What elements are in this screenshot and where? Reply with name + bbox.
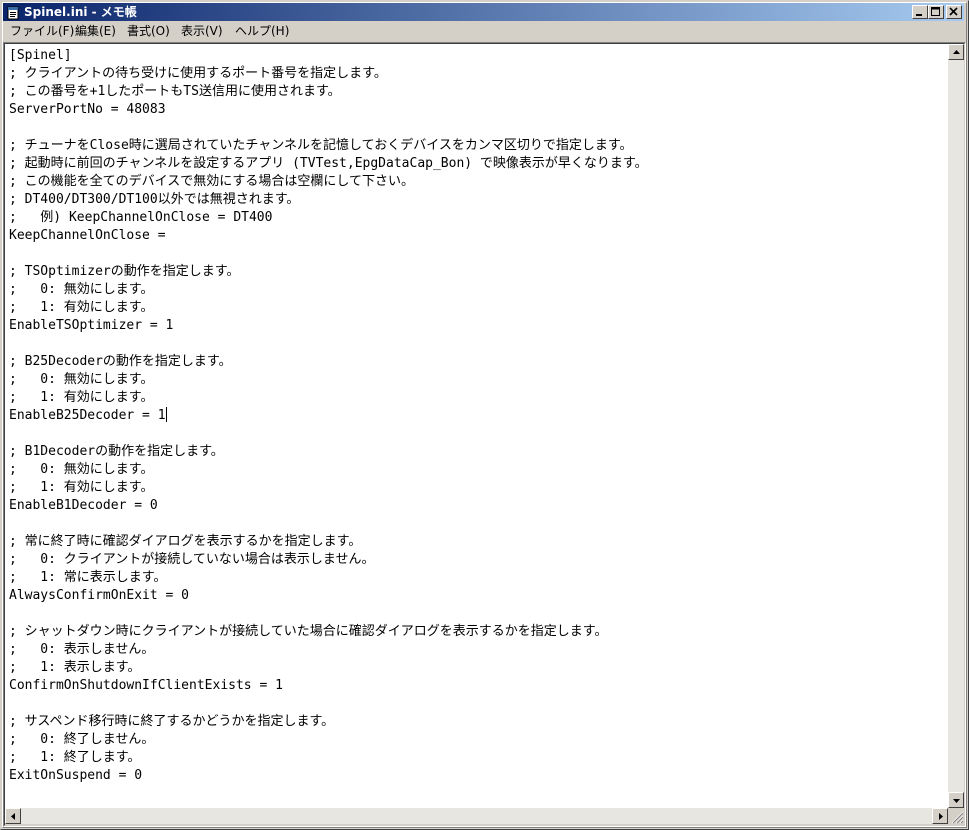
text-line: ServerPortNo = 48083 (9, 101, 166, 119)
text-line: ; 0: 無効にします。 (9, 371, 154, 389)
text-line: ; 0: 表示しません。 (9, 641, 154, 659)
text-line-content: ExitOnSuspend = 0 (9, 768, 143, 783)
text-line: ; 1: 終了します。 (9, 749, 141, 767)
text-line-content: ; 0: クライアントが接続していない場合は表示しません。 (9, 552, 375, 567)
text-line-content: ; 1: 有効にします。 (9, 300, 154, 315)
text-line: ; 0: 無効にします。 (9, 281, 154, 299)
text-line-content: ; 0: 表示しません。 (9, 642, 155, 657)
text-line: KeepChannelOnClose = (9, 227, 166, 245)
text-line: ; 0: 無効にします。 (9, 461, 154, 479)
minimize-button[interactable] (912, 5, 928, 19)
text-line: ; 1: 有効にします。 (9, 479, 154, 497)
text-line-content: EnableB25Decoder = 1 (9, 408, 166, 423)
text-line: ; チューナをClose時に選局されていたチャンネルを記憶しておくデバイスをカン… (9, 137, 633, 155)
text-line-content: ; 1: 有効にします。 (9, 390, 154, 405)
arrow-up-icon (953, 50, 960, 54)
text-line-content: ; この機能を全てのデバイスで無効にする場合は空欄にして下さい。 (9, 174, 415, 189)
text-line-content: EnableB1Decoder = 0 (9, 498, 158, 513)
text-line-content: ; 常に終了時に確認ダイアログを表示するかを指定します。 (9, 534, 362, 549)
window-title: Spinel.ini - メモ帳 (24, 5, 137, 19)
text-editor[interactable]: [Spinel] ; クライアントの待ち受けに使用するポート番号を指定します。 ; … (5, 44, 948, 808)
text-line: ; 0: クライアントが接続していない場合は表示しません。 (9, 551, 375, 569)
text-line: ; シャットダウン時にクライアントが接続していた場合に確認ダイアログを表示するか… (9, 623, 607, 641)
text-line-content: ; DT400/DT300/DT100以外では無視されます。 (9, 192, 300, 207)
minimize-icon (916, 14, 922, 16)
text-line-content: ; 0: 終了しません。 (9, 732, 155, 747)
size-grip[interactable] (948, 808, 964, 824)
text-line-content: ServerPortNo = 48083 (9, 102, 166, 117)
scroll-down-button[interactable] (948, 792, 964, 808)
title-bar[interactable]: Spinel.ini - メモ帳 (3, 3, 964, 21)
text-line: AlwaysConfirmOnExit = 0 (9, 587, 189, 605)
text-line-content: ; 0: 無効にします。 (9, 372, 154, 387)
arrow-right-icon (939, 813, 943, 820)
text-line: ; DT400/DT300/DT100以外では無視されます。 (9, 191, 299, 209)
menu-help[interactable]: ヘルプ(H) (235, 24, 289, 39)
text-line: ; 1: 有効にします。 (9, 299, 154, 317)
scroll-left-button[interactable] (5, 808, 21, 824)
notepad-window: Spinel.ini - メモ帳 ファイル(F) 編集(E) 書式(O) 表示(… (0, 0, 969, 830)
text-line: EnableTSOptimizer = 1 (9, 317, 173, 335)
menu-edit[interactable]: 編集(E) (75, 24, 116, 39)
text-line-content: ; 1: 常に表示します。 (9, 570, 167, 585)
text-line-content: ; チューナをClose時に選局されていたチャンネルを記憶しておくデバイスをカン… (9, 138, 633, 153)
close-icon (949, 7, 958, 16)
text-line: ; 1: 有効にします。 (9, 389, 154, 407)
text-caret (165, 407, 167, 422)
text-line: ; 起動時に前回のチャンネルを設定するアプリ (TVTest,EpgDataCa… (9, 155, 648, 173)
text-line: ; 1: 常に表示します。 (9, 569, 167, 587)
text-line-content: ; 1: 終了します。 (9, 750, 141, 765)
text-line-content: ; B25Decoderの動作を指定します。 (9, 354, 232, 369)
text-line: EnableB25Decoder = 1 (9, 407, 167, 425)
scroll-up-button[interactable] (948, 44, 964, 60)
text-line-content: ; サスペンド移行時に終了するかどうかを指定します。 (9, 714, 335, 729)
menu-bar: ファイル(F) 編集(E) 書式(O) 表示(V) ヘルプ(H) (3, 22, 964, 41)
text-line: ; 0: 終了しません。 (9, 731, 154, 749)
text-line: ; サスペンド移行時に終了するかどうかを指定します。 (9, 713, 334, 731)
text-line: ; 例) KeepChannelOnClose = DT400 (9, 209, 272, 227)
maximize-icon (931, 7, 940, 16)
close-button[interactable] (946, 5, 962, 19)
text-line: ConfirmOnShutdownIfClientExists = 1 (9, 677, 283, 695)
text-line-content: ; 起動時に前回のチャンネルを設定するアプリ (TVTest,EpgDataCa… (9, 156, 648, 171)
menu-view[interactable]: 表示(V) (181, 24, 223, 39)
text-line-content: ; TSOptimizerの動作を指定します。 (9, 264, 240, 279)
text-line: ; TSOptimizerの動作を指定します。 (9, 263, 239, 281)
text-line: ; B25Decoderの動作を指定します。 (9, 353, 232, 371)
text-line: ; 常に終了時に確認ダイアログを表示するかを指定します。 (9, 533, 361, 551)
arrow-down-icon (953, 799, 960, 803)
text-line-content: [Spinel] (9, 48, 72, 63)
text-line-content: ; 0: 無効にします。 (9, 462, 154, 477)
arrow-left-icon (11, 813, 15, 820)
horizontal-scrollbar[interactable] (5, 808, 948, 824)
maximize-button[interactable] (928, 5, 944, 19)
text-line-content: ; 1: 有効にします。 (9, 480, 154, 495)
text-line: ExitOnSuspend = 0 (9, 767, 142, 785)
text-line-content: ; シャットダウン時にクライアントが接続していた場合に確認ダイアログを表示するか… (9, 624, 608, 639)
text-line: ; この機能を全てのデバイスで無効にする場合は空欄にして下さい。 (9, 173, 414, 191)
vertical-scrollbar[interactable] (948, 44, 964, 808)
menu-format[interactable]: 書式(O) (127, 24, 170, 39)
notepad-icon[interactable] (6, 5, 20, 20)
text-line-content: EnableTSOptimizer = 1 (9, 318, 174, 333)
text-line-content: ; 1: 表示します。 (9, 660, 141, 675)
menu-file[interactable]: ファイル(F) (10, 24, 74, 39)
size-grip-icon (951, 811, 964, 824)
text-line-content: ; 例) KeepChannelOnClose = DT400 (9, 210, 273, 225)
text-line: ; クライアントの待ち受けに使用するポート番号を指定します。 (9, 65, 387, 83)
text-line-content: ConfirmOnShutdownIfClientExists = 1 (9, 678, 283, 693)
text-line: ; B1Decoderの動作を指定します。 (9, 443, 224, 461)
text-line: ; 1: 表示します。 (9, 659, 141, 677)
text-line: EnableB1Decoder = 0 (9, 497, 158, 515)
text-line-content: ; クライアントの待ち受けに使用するポート番号を指定します。 (9, 66, 387, 81)
editor-frame: [Spinel] ; クライアントの待ち受けに使用するポート番号を指定します。 ; … (3, 42, 966, 827)
text-line-content: ; B1Decoderの動作を指定します。 (9, 444, 224, 459)
text-line: [Spinel] (9, 47, 72, 65)
text-line-content: AlwaysConfirmOnExit = 0 (9, 588, 190, 603)
text-line: ; この番号を+1したポートもTS送信用に使用されます。 (9, 83, 341, 101)
text-line-content: ; 0: 無効にします。 (9, 282, 154, 297)
text-line-content: KeepChannelOnClose = (9, 228, 166, 243)
text-line-content: ; この番号を+1したポートもTS送信用に使用されます。 (9, 84, 341, 99)
scroll-right-button[interactable] (932, 808, 948, 824)
